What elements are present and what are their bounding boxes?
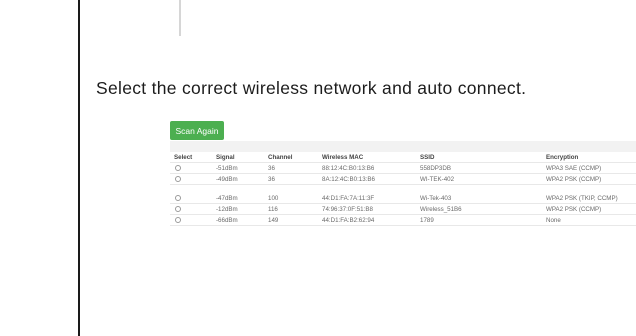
table-header-bar [170, 141, 636, 152]
select-radio[interactable] [175, 206, 181, 213]
row-divider [170, 225, 636, 226]
table-header-row: Select Signal Channel Wireless MAC SSID … [170, 152, 636, 163]
select-radio[interactable] [175, 165, 181, 172]
group-gap [170, 185, 636, 193]
table-row: -47dBm 100 44:D1:FA:7A:11:3F Wi-Tek-403 … [170, 193, 636, 204]
table-row: -12dBm 116 74:96:37:0F:51:B8 Wireless_51… [170, 204, 636, 215]
table-row: -66dBm 149 44:D1:FA:B2:62:94 1789 None [170, 215, 636, 226]
table-row: -49dBm 36 8A:12:4C:B0:13:B6 WI-TEK-402 W… [170, 174, 636, 185]
scan-again-button[interactable]: Scan Again [170, 121, 224, 140]
instruction-text: Select the correct wireless network and … [96, 78, 527, 98]
left-border-line [78, 0, 80, 336]
select-radio[interactable] [175, 176, 181, 183]
select-radio[interactable] [175, 217, 181, 224]
row-divider [170, 184, 636, 185]
select-radio[interactable] [175, 195, 181, 202]
inner-border-line [179, 0, 181, 36]
wireless-network-table: Select Signal Channel Wireless MAC SSID … [170, 141, 636, 226]
table-row: -51dBm 36 88:12:4C:B0:13:B6 558DP3DB WPA… [170, 163, 636, 174]
